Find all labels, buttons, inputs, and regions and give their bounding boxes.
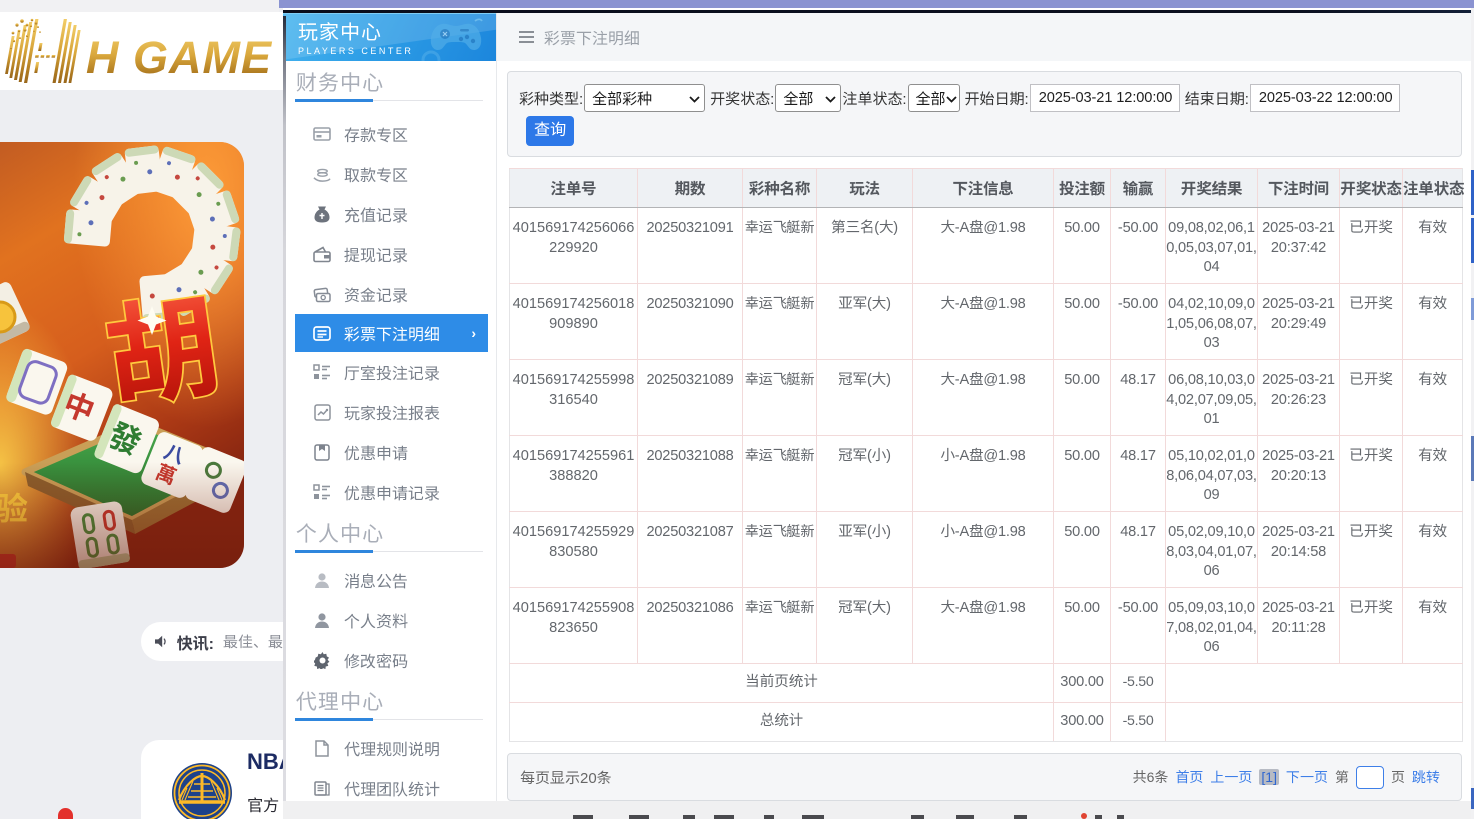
svg-text:胡: 胡 [95,256,228,432]
svg-text:NBA: NBA [247,749,283,774]
svg-text:官方: 官方 [247,797,279,815]
svg-text:H GAME: H GAME [86,32,273,83]
